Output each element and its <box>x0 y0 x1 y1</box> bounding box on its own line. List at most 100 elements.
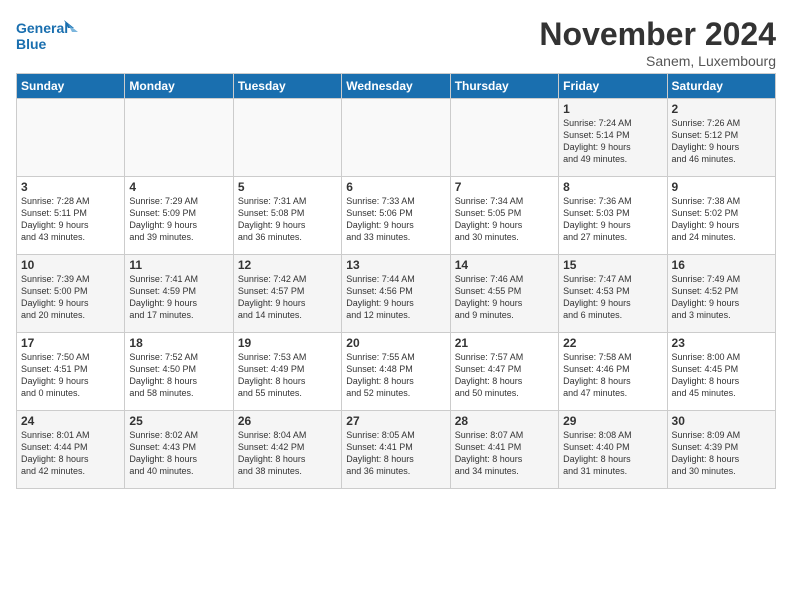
month-title: November 2024 <box>539 16 776 53</box>
calendar-cell: 3Sunrise: 7:28 AMSunset: 5:11 PMDaylight… <box>17 177 125 255</box>
day-number: 7 <box>455 180 554 194</box>
day-info: Sunrise: 7:46 AMSunset: 4:55 PMDaylight:… <box>455 273 554 322</box>
day-number: 14 <box>455 258 554 272</box>
day-info: Sunrise: 7:55 AMSunset: 4:48 PMDaylight:… <box>346 351 445 400</box>
calendar-cell: 14Sunrise: 7:46 AMSunset: 4:55 PMDayligh… <box>450 255 558 333</box>
day-info: Sunrise: 7:42 AMSunset: 4:57 PMDaylight:… <box>238 273 337 322</box>
calendar-cell: 9Sunrise: 7:38 AMSunset: 5:02 PMDaylight… <box>667 177 775 255</box>
calendar-cell: 7Sunrise: 7:34 AMSunset: 5:05 PMDaylight… <box>450 177 558 255</box>
day-number: 29 <box>563 414 662 428</box>
day-info: Sunrise: 7:49 AMSunset: 4:52 PMDaylight:… <box>672 273 771 322</box>
calendar-cell <box>125 99 233 177</box>
calendar-cell: 8Sunrise: 7:36 AMSunset: 5:03 PMDaylight… <box>559 177 667 255</box>
weekday-header-friday: Friday <box>559 74 667 99</box>
location: Sanem, Luxembourg <box>539 53 776 69</box>
calendar-cell: 5Sunrise: 7:31 AMSunset: 5:08 PMDaylight… <box>233 177 341 255</box>
day-info: Sunrise: 8:05 AMSunset: 4:41 PMDaylight:… <box>346 429 445 478</box>
day-number: 4 <box>129 180 228 194</box>
day-number: 6 <box>346 180 445 194</box>
calendar-cell: 28Sunrise: 8:07 AMSunset: 4:41 PMDayligh… <box>450 411 558 489</box>
day-info: Sunrise: 7:57 AMSunset: 4:47 PMDaylight:… <box>455 351 554 400</box>
day-info: Sunrise: 7:39 AMSunset: 5:00 PMDaylight:… <box>21 273 120 322</box>
weekday-header-sunday: Sunday <box>17 74 125 99</box>
calendar-cell: 26Sunrise: 8:04 AMSunset: 4:42 PMDayligh… <box>233 411 341 489</box>
day-number: 13 <box>346 258 445 272</box>
day-info: Sunrise: 8:09 AMSunset: 4:39 PMDaylight:… <box>672 429 771 478</box>
day-number: 11 <box>129 258 228 272</box>
calendar-cell: 1Sunrise: 7:24 AMSunset: 5:14 PMDaylight… <box>559 99 667 177</box>
day-info: Sunrise: 7:36 AMSunset: 5:03 PMDaylight:… <box>563 195 662 244</box>
day-number: 8 <box>563 180 662 194</box>
day-number: 20 <box>346 336 445 350</box>
day-info: Sunrise: 7:31 AMSunset: 5:08 PMDaylight:… <box>238 195 337 244</box>
day-info: Sunrise: 7:44 AMSunset: 4:56 PMDaylight:… <box>346 273 445 322</box>
day-number: 25 <box>129 414 228 428</box>
calendar-cell: 18Sunrise: 7:52 AMSunset: 4:50 PMDayligh… <box>125 333 233 411</box>
calendar-cell: 30Sunrise: 8:09 AMSunset: 4:39 PMDayligh… <box>667 411 775 489</box>
calendar-cell: 15Sunrise: 7:47 AMSunset: 4:53 PMDayligh… <box>559 255 667 333</box>
day-info: Sunrise: 7:53 AMSunset: 4:49 PMDaylight:… <box>238 351 337 400</box>
calendar-cell: 17Sunrise: 7:50 AMSunset: 4:51 PMDayligh… <box>17 333 125 411</box>
calendar-cell: 4Sunrise: 7:29 AMSunset: 5:09 PMDaylight… <box>125 177 233 255</box>
calendar-cell: 16Sunrise: 7:49 AMSunset: 4:52 PMDayligh… <box>667 255 775 333</box>
day-info: Sunrise: 8:08 AMSunset: 4:40 PMDaylight:… <box>563 429 662 478</box>
calendar-cell <box>17 99 125 177</box>
day-info: Sunrise: 7:33 AMSunset: 5:06 PMDaylight:… <box>346 195 445 244</box>
day-info: Sunrise: 7:47 AMSunset: 4:53 PMDaylight:… <box>563 273 662 322</box>
day-number: 2 <box>672 102 771 116</box>
weekday-header-saturday: Saturday <box>667 74 775 99</box>
day-info: Sunrise: 8:02 AMSunset: 4:43 PMDaylight:… <box>129 429 228 478</box>
weekday-header-tuesday: Tuesday <box>233 74 341 99</box>
title-block: November 2024 Sanem, Luxembourg <box>539 16 776 69</box>
calendar-cell: 22Sunrise: 7:58 AMSunset: 4:46 PMDayligh… <box>559 333 667 411</box>
day-number: 9 <box>672 180 771 194</box>
day-number: 23 <box>672 336 771 350</box>
calendar-cell: 10Sunrise: 7:39 AMSunset: 5:00 PMDayligh… <box>17 255 125 333</box>
day-number: 15 <box>563 258 662 272</box>
day-number: 22 <box>563 336 662 350</box>
day-number: 30 <box>672 414 771 428</box>
day-number: 21 <box>455 336 554 350</box>
calendar-cell: 11Sunrise: 7:41 AMSunset: 4:59 PMDayligh… <box>125 255 233 333</box>
svg-text:General: General <box>16 20 68 36</box>
calendar-cell: 23Sunrise: 8:00 AMSunset: 4:45 PMDayligh… <box>667 333 775 411</box>
day-info: Sunrise: 7:50 AMSunset: 4:51 PMDaylight:… <box>21 351 120 400</box>
calendar-cell: 2Sunrise: 7:26 AMSunset: 5:12 PMDaylight… <box>667 99 775 177</box>
calendar-cell <box>342 99 450 177</box>
day-info: Sunrise: 8:01 AMSunset: 4:44 PMDaylight:… <box>21 429 120 478</box>
day-number: 16 <box>672 258 771 272</box>
calendar-cell: 12Sunrise: 7:42 AMSunset: 4:57 PMDayligh… <box>233 255 341 333</box>
day-info: Sunrise: 8:00 AMSunset: 4:45 PMDaylight:… <box>672 351 771 400</box>
day-number: 26 <box>238 414 337 428</box>
calendar-cell: 25Sunrise: 8:02 AMSunset: 4:43 PMDayligh… <box>125 411 233 489</box>
calendar-cell: 19Sunrise: 7:53 AMSunset: 4:49 PMDayligh… <box>233 333 341 411</box>
calendar-cell <box>233 99 341 177</box>
day-info: Sunrise: 7:26 AMSunset: 5:12 PMDaylight:… <box>672 117 771 166</box>
day-info: Sunrise: 8:07 AMSunset: 4:41 PMDaylight:… <box>455 429 554 478</box>
day-number: 24 <box>21 414 120 428</box>
calendar-cell: 6Sunrise: 7:33 AMSunset: 5:06 PMDaylight… <box>342 177 450 255</box>
calendar: SundayMondayTuesdayWednesdayThursdayFrid… <box>16 73 776 489</box>
calendar-cell: 24Sunrise: 8:01 AMSunset: 4:44 PMDayligh… <box>17 411 125 489</box>
logo-svg: GeneralBlue <box>16 16 86 56</box>
weekday-header-thursday: Thursday <box>450 74 558 99</box>
day-number: 18 <box>129 336 228 350</box>
day-info: Sunrise: 7:52 AMSunset: 4:50 PMDaylight:… <box>129 351 228 400</box>
day-number: 10 <box>21 258 120 272</box>
calendar-cell: 13Sunrise: 7:44 AMSunset: 4:56 PMDayligh… <box>342 255 450 333</box>
day-number: 17 <box>21 336 120 350</box>
day-info: Sunrise: 7:28 AMSunset: 5:11 PMDaylight:… <box>21 195 120 244</box>
day-info: Sunrise: 7:29 AMSunset: 5:09 PMDaylight:… <box>129 195 228 244</box>
day-info: Sunrise: 7:38 AMSunset: 5:02 PMDaylight:… <box>672 195 771 244</box>
day-info: Sunrise: 7:58 AMSunset: 4:46 PMDaylight:… <box>563 351 662 400</box>
day-info: Sunrise: 7:41 AMSunset: 4:59 PMDaylight:… <box>129 273 228 322</box>
day-number: 3 <box>21 180 120 194</box>
weekday-header-monday: Monday <box>125 74 233 99</box>
calendar-cell: 29Sunrise: 8:08 AMSunset: 4:40 PMDayligh… <box>559 411 667 489</box>
day-number: 28 <box>455 414 554 428</box>
day-number: 5 <box>238 180 337 194</box>
logo: GeneralBlue <box>16 16 86 56</box>
calendar-cell: 20Sunrise: 7:55 AMSunset: 4:48 PMDayligh… <box>342 333 450 411</box>
svg-text:Blue: Blue <box>16 36 47 52</box>
calendar-cell <box>450 99 558 177</box>
